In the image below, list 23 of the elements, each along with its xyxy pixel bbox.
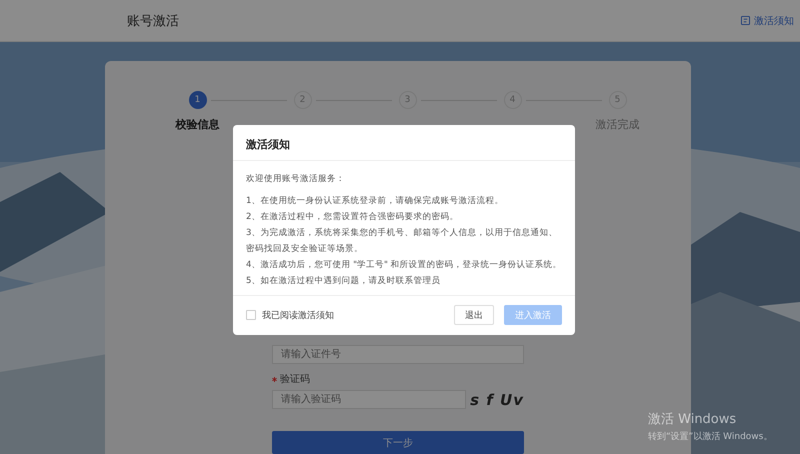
captcha-field[interactable]: 请输入验证码 — [272, 390, 466, 409]
step-label: 激活完成 — [596, 117, 640, 132]
notice-item: 2、在激活过程中，您需设置符合强密码要求的密码。 — [246, 210, 460, 224]
captcha-label: 验证码 — [280, 373, 310, 386]
id-number-field[interactable]: 请输入证件号 — [272, 345, 524, 364]
activation-notice-text: 转到“设置”以激活 Windows。 — [648, 430, 772, 443]
document-icon — [741, 16, 750, 25]
next-button[interactable]: 下一步 — [272, 431, 524, 454]
captcha-image[interactable]: s f Uv — [470, 390, 524, 408]
dialog-intro: 欢迎使用账号激活服务： — [246, 172, 346, 186]
activation-notice-title: 激活 Windows — [648, 411, 738, 428]
dialog-button[interactable]: 退出 — [454, 305, 494, 325]
dialog-title: 激活须知 — [246, 138, 290, 151]
agree-label: 我已阅读激活须知 — [262, 310, 334, 322]
agree-checkbox[interactable] — [246, 310, 256, 320]
page-title: 账号激活 — [127, 12, 179, 30]
notice-link[interactable]: 激活须知 — [741, 14, 794, 28]
notice-item: 3、为完成激活，系统将采集您的手机号、邮箱等个人信息，以用于信息通知、密码找回及安全验证等场景。 — [246, 226, 558, 256]
step-label: 校验信息 — [176, 117, 220, 132]
step-number: 1 — [188, 91, 206, 109]
notice-item: 1、在使用统一身份认证系统登录前，请确保完成账号激活流程。 — [246, 194, 504, 208]
notice-item: 4、激活成功后，您可使用 "学工号" 和所设置的密码，登录统一身份认证系统。 — [246, 258, 562, 272]
notice-item: 5、如在激活过程中遇到问题，请及时联系管理员 — [246, 274, 442, 288]
